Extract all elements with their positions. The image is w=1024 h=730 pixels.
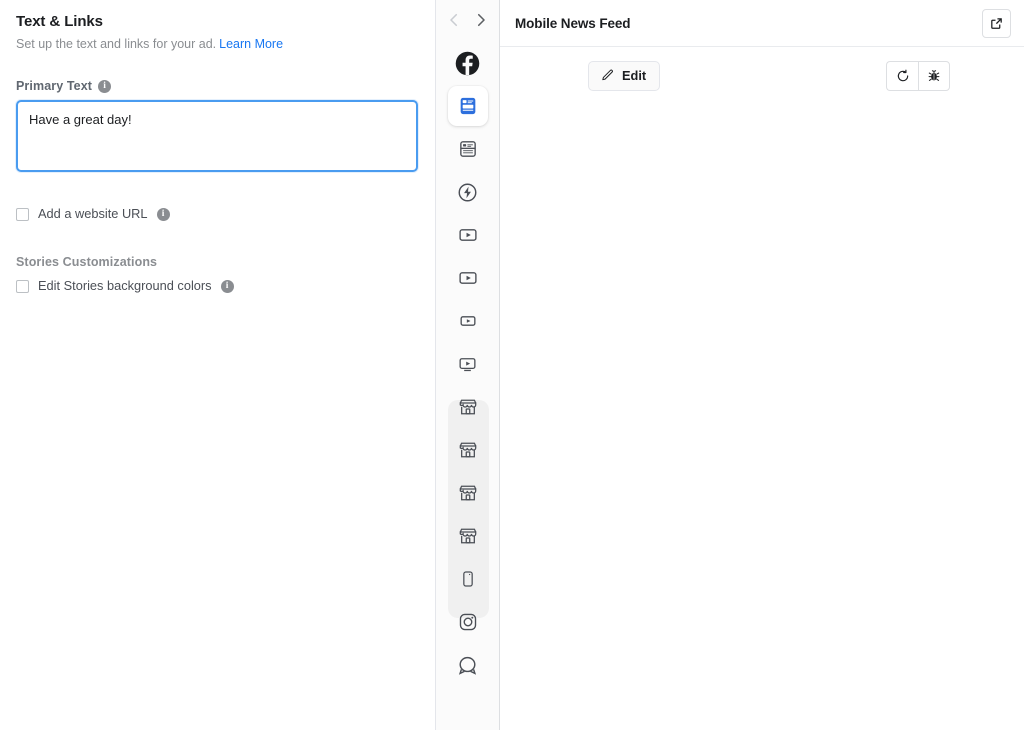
refresh-icon xyxy=(897,69,908,81)
video-watch-icon xyxy=(459,357,476,371)
rail-item-desktop-news-feed[interactable] xyxy=(448,129,488,169)
rail-item-facebook-watch[interactable] xyxy=(448,344,488,384)
edit-stories-colors-label: Edit Stories background colors xyxy=(38,278,212,293)
ad-preview-panel: Mobile News Feed Edit xyxy=(500,0,1024,730)
preview-header: Mobile News Feed xyxy=(500,0,1024,47)
website-url-row[interactable]: Add a website URL i xyxy=(16,206,417,222)
stories-customizations-heading: Stories Customizations xyxy=(16,255,158,269)
bug-icon xyxy=(928,69,940,81)
rail-item-instant-article[interactable] xyxy=(448,172,488,212)
rail-item-in-stream-video[interactable] xyxy=(448,215,488,255)
rail-item-mobile-news-feed[interactable] xyxy=(447,86,488,126)
rail-item-storefront[interactable] xyxy=(448,516,488,556)
info-icon[interactable]: i xyxy=(98,79,112,93)
marketplace-icon xyxy=(459,399,476,415)
rail-item-shops[interactable] xyxy=(448,473,488,513)
debug-button[interactable] xyxy=(918,60,950,91)
primary-text-input[interactable] xyxy=(16,100,418,172)
placement-icon-rail xyxy=(435,0,500,730)
preview-title: Mobile News Feed xyxy=(515,15,631,31)
section-subtitle-text: Set up the text and links for your ad. xyxy=(16,37,217,51)
facebook-logo-icon xyxy=(455,51,480,75)
search-results-video-icon xyxy=(459,316,475,326)
add-website-url-checkbox[interactable] xyxy=(16,207,29,221)
rail-item-marketplace-feed[interactable] xyxy=(448,430,488,470)
rail-navigation xyxy=(445,11,490,29)
primary-text-label-row: Primary Text i xyxy=(16,79,417,93)
mobile-news-feed-icon xyxy=(460,97,475,115)
preview-tool-group xyxy=(886,60,950,91)
messenger-logo-icon xyxy=(458,656,477,675)
text-and-links-editor-panel: Text & Links Set up the text and links f… xyxy=(0,0,435,730)
edit-button-label: Edit xyxy=(622,68,647,83)
learn-more-link[interactable]: Learn More xyxy=(219,37,283,51)
info-icon[interactable]: i xyxy=(156,207,170,221)
rail-item-instagram[interactable] xyxy=(448,602,488,642)
stories-mobile-icon xyxy=(462,571,473,587)
rail-items xyxy=(436,43,499,688)
desktop-news-feed-icon xyxy=(459,141,476,157)
shops-icon xyxy=(459,485,476,501)
video-feed-icon xyxy=(458,272,477,284)
marketplace-feed-icon xyxy=(459,442,476,458)
rail-item-stories[interactable] xyxy=(448,559,488,599)
storefront-icon xyxy=(459,528,476,544)
rail-item-messenger[interactable] xyxy=(448,645,488,685)
chevron-right-icon[interactable] xyxy=(472,11,490,29)
info-icon[interactable]: i xyxy=(220,279,234,293)
primary-text-label: Primary Text xyxy=(16,79,93,93)
add-website-url-label: Add a website URL xyxy=(38,206,148,221)
external-link-icon xyxy=(991,17,1002,29)
ad-preview-screen: Text & Links Set up the text and links f… xyxy=(0,0,1024,730)
rail-item-search-results[interactable] xyxy=(448,301,488,341)
page-title: Text & Links xyxy=(16,13,103,30)
edit-stories-colors-checkbox[interactable] xyxy=(16,279,29,293)
rail-item-marketplace[interactable] xyxy=(448,387,488,427)
instagram-logo-icon xyxy=(459,613,476,631)
rail-item-facebook[interactable] xyxy=(448,43,488,83)
open-external-button[interactable] xyxy=(982,8,1011,38)
instant-article-icon xyxy=(458,183,477,201)
refresh-preview-button[interactable] xyxy=(886,60,918,91)
chevron-left-icon[interactable] xyxy=(445,11,463,29)
section-subtitle: Set up the text and links for your ad. Le… xyxy=(16,36,417,53)
in-stream-video-icon xyxy=(458,229,477,241)
rail-item-video-feeds[interactable] xyxy=(448,258,488,298)
preview-toolbar: Edit xyxy=(500,47,1024,104)
stories-colors-row[interactable]: Edit Stories background colors i xyxy=(16,278,417,294)
edit-button[interactable]: Edit xyxy=(588,60,661,91)
pencil-icon xyxy=(602,69,613,81)
